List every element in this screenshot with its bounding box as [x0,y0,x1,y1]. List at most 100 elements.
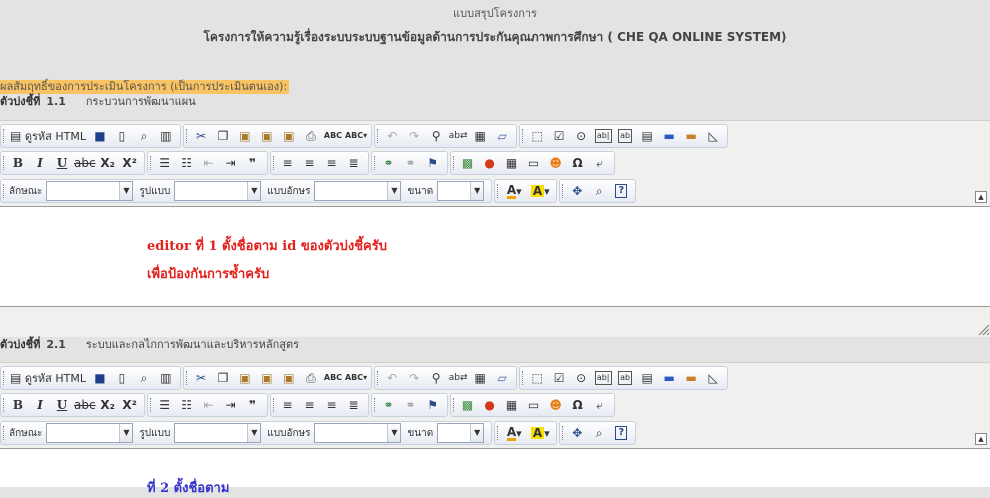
select-all-button[interactable]: ▦ [470,368,490,388]
image-button[interactable]: ▩ [458,395,478,415]
align-justify-button[interactable]: ≣ [344,395,364,415]
strike-button[interactable]: abc [74,153,96,173]
textarea-button[interactable]: ab [615,368,635,388]
textfield-button[interactable]: ab| [593,368,613,388]
textarea-button[interactable]: ab [615,126,635,146]
styles-combo[interactable]: ▼ [174,181,262,201]
flash-button[interactable]: ● [480,153,500,173]
bold-button[interactable]: B [8,395,28,415]
bulleted-list-button[interactable]: ☷ [177,395,197,415]
redo-button[interactable]: ↷ [404,368,424,388]
underline-button[interactable]: U [52,153,72,173]
align-right-button[interactable]: ≡ [322,395,342,415]
flash-button[interactable]: ● [480,395,500,415]
collapse-toolbar-button[interactable]: ▲ [975,433,987,445]
outdent-button[interactable]: ⇤ [199,395,219,415]
link-button[interactable]: ⚭ [379,153,399,173]
indent-button[interactable]: ⇥ [221,395,241,415]
find-button[interactable]: ⚲ [426,126,446,146]
hidden-field-button[interactable]: ◺ [703,126,723,146]
font-combo[interactable]: ▼ [314,423,402,443]
radio-button[interactable]: ⊙ [571,368,591,388]
editor-2-content[interactable]: ที่ 2 ตั้งชื่อตาม [0,448,990,496]
blockquote-button[interactable]: ❞ [243,395,263,415]
subscript-button[interactable]: X₂ [98,153,118,173]
collapse-toolbar-button[interactable]: ▲ [975,191,987,203]
align-right-button[interactable]: ≡ [322,153,342,173]
anchor-button[interactable]: ⚑ [423,395,443,415]
form-button[interactable]: ⬚ [527,368,547,388]
templates-button[interactable]: ▥ [156,368,176,388]
smiley-button[interactable]: ☻ [546,153,566,173]
text-color-button[interactable]: A ▾ [502,181,526,201]
superscript-button[interactable]: X² [120,153,140,173]
link-button[interactable]: ⚭ [379,395,399,415]
preview-button[interactable]: ⌕ [134,368,154,388]
styles-combo[interactable]: ▼ [174,423,262,443]
image-button-field-button[interactable]: ▬ [681,126,701,146]
align-left-button[interactable]: ≡ [278,153,298,173]
align-left-button[interactable]: ≡ [278,395,298,415]
checkbox-button[interactable]: ☑ [549,126,569,146]
undo-button[interactable]: ↶ [382,368,402,388]
cut-button[interactable]: ✂ [191,126,211,146]
remove-format-button[interactable]: ▱ [492,126,512,146]
spellcheck-button[interactable]: ABC [323,126,343,146]
print-button[interactable]: ⎙ [301,126,321,146]
bg-color-button[interactable]: A ▾ [528,423,552,443]
size-combo[interactable]: ▼ [437,423,485,443]
indent-button[interactable]: ⇥ [221,153,241,173]
align-justify-button[interactable]: ≣ [344,153,364,173]
table-button[interactable]: ▦ [502,395,522,415]
anchor-button[interactable]: ⚑ [423,153,443,173]
copy-button[interactable]: ❐ [213,126,233,146]
strike-button[interactable]: abc [74,395,96,415]
special-char-button[interactable]: Ω [568,153,588,173]
preview-button[interactable]: ⌕ [134,126,154,146]
textfield-button[interactable]: ab| [593,126,613,146]
about-button[interactable]: ? [611,181,631,201]
special-char-button[interactable]: Ω [568,395,588,415]
new-page-button[interactable]: ▯ [112,126,132,146]
paste-text-button[interactable]: ▣ [257,368,277,388]
outdent-button[interactable]: ⇤ [199,153,219,173]
copy-button[interactable]: ❐ [213,368,233,388]
italic-button[interactable]: I [30,395,50,415]
save-button[interactable]: ■ [90,368,110,388]
print-button[interactable]: ⎙ [301,368,321,388]
remove-format-button[interactable]: ▱ [492,368,512,388]
blockquote-button[interactable]: ❞ [243,153,263,173]
subscript-button[interactable]: X₂ [98,395,118,415]
paste-text-button[interactable]: ▣ [257,126,277,146]
image-button-field-button[interactable]: ▬ [681,368,701,388]
image-button[interactable]: ▩ [458,153,478,173]
select-field-button[interactable]: ▤ [637,126,657,146]
paste-word-button[interactable]: ▣ [279,368,299,388]
save-button[interactable]: ■ [90,126,110,146]
numbered-list-button[interactable]: ☰ [155,153,175,173]
font-combo[interactable]: ▼ [314,181,402,201]
hidden-field-button[interactable]: ◺ [703,368,723,388]
button-field-button[interactable]: ▬ [659,368,679,388]
about-button[interactable]: ? [611,423,631,443]
form-button[interactable]: ⬚ [527,126,547,146]
bulleted-list-button[interactable]: ☷ [177,153,197,173]
bg-color-button[interactable]: A ▾ [528,181,552,201]
smiley-button[interactable]: ☻ [546,395,566,415]
unlink-button[interactable]: ⚭ [401,153,421,173]
new-page-button[interactable]: ▯ [112,368,132,388]
find-button[interactable]: ⚲ [426,368,446,388]
redo-button[interactable]: ↷ [404,126,424,146]
resize-handle-icon[interactable] [978,324,990,336]
size-combo[interactable]: ▼ [437,181,485,201]
page-break-button[interactable]: ⤶ [590,153,610,173]
source-button[interactable]: ▤ ดูรหัส HTML [8,368,88,388]
editor-1-content[interactable]: editor ที่ 1 ตั้งชื่อตาม id ของตัวบ่งชี้… [0,206,990,307]
format-combo[interactable]: ▼ [46,423,134,443]
paste-button[interactable]: ▣ [235,368,255,388]
horizontal-rule-button[interactable]: ▭ [524,395,544,415]
text-color-button[interactable]: A ▾ [502,423,526,443]
italic-button[interactable]: I [30,153,50,173]
align-center-button[interactable]: ≡ [300,395,320,415]
maximize-button[interactable]: ✥ [567,423,587,443]
